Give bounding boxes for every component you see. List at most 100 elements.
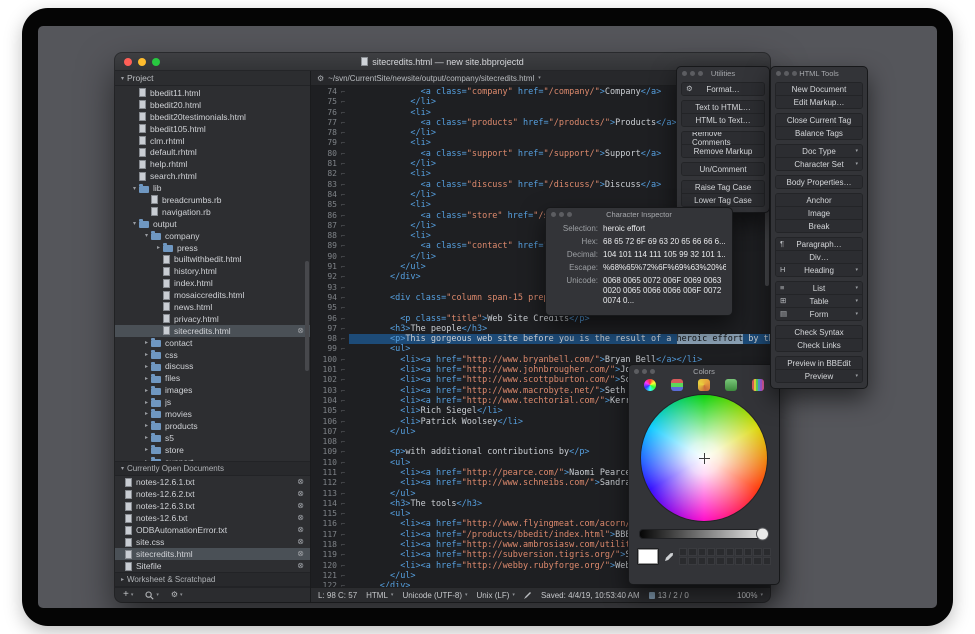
disclosure-collapsed-icon[interactable]: ▸ xyxy=(154,244,163,251)
close-icon[interactable]: ⊗ xyxy=(297,550,304,558)
open-document-item[interactable]: sitecredits.html⊗ xyxy=(115,548,310,560)
disclosure-collapsed-icon[interactable]: ▸ xyxy=(142,446,151,453)
close-icon[interactable]: ⊗ xyxy=(297,478,304,486)
disclosure-expanded-icon[interactable]: ▾ xyxy=(130,220,139,227)
disclosure-collapsed-icon[interactable]: ▸ xyxy=(142,410,151,417)
palette-minimize-button[interactable] xyxy=(784,71,789,76)
palette-zoom-button[interactable] xyxy=(792,71,797,76)
tree-item[interactable]: ▸products xyxy=(115,420,310,432)
palette-button-un-comment[interactable]: Un/Comment xyxy=(682,163,764,175)
current-color-well[interactable] xyxy=(637,548,659,565)
line-ending-menu[interactable]: Unix (LF) ▾ xyxy=(477,591,515,600)
palette-minimize-button[interactable] xyxy=(690,71,695,76)
close-icon[interactable]: ⊗ xyxy=(297,514,304,522)
disclosure-collapsed-icon[interactable]: ▸ xyxy=(142,387,151,394)
tree-item[interactable]: sitecredits.html⊗ xyxy=(115,325,310,337)
palette-button-balance-tags[interactable]: Balance Tags xyxy=(776,127,862,139)
tree-item[interactable]: clm.rhtml xyxy=(115,135,310,147)
swatch-cell[interactable] xyxy=(753,548,761,556)
swatch-cell[interactable] xyxy=(744,548,752,556)
palette-button-image[interactable]: Image xyxy=(776,207,862,220)
swatch-cell[interactable] xyxy=(707,548,715,556)
palette-button-remove-markup[interactable]: Remove Markup xyxy=(682,145,764,157)
tree-item[interactable]: ▸files xyxy=(115,372,310,384)
close-icon[interactable]: ⊗ xyxy=(297,526,304,534)
palette-button-text-to-html[interactable]: Text to HTML… xyxy=(682,101,764,114)
swatch-cell[interactable] xyxy=(688,557,696,565)
slider-knob[interactable] xyxy=(756,528,769,541)
open-document-item[interactable]: ODBAutomationError.txt⊗ xyxy=(115,524,310,536)
palette-minimize-button[interactable] xyxy=(559,212,564,217)
document-path[interactable]: ~/svn/CurrentSite/newsite/output/company… xyxy=(328,74,534,83)
palette-button-character-set[interactable]: Character Set▾ xyxy=(776,158,862,170)
palette-titlebar[interactable]: Colors xyxy=(629,365,779,377)
open-document-item[interactable]: site.css⊗ xyxy=(115,536,310,548)
tree-item[interactable]: history.html xyxy=(115,265,310,277)
swatch-cell[interactable] xyxy=(716,548,724,556)
palette-button-body-properties[interactable]: Body Properties… xyxy=(776,176,862,188)
palette-button-check-links[interactable]: Check Links xyxy=(776,339,862,351)
tree-item[interactable]: ▸press xyxy=(115,242,310,254)
eyedropper-icon[interactable] xyxy=(664,552,674,562)
tree-item[interactable]: news.html xyxy=(115,301,310,313)
image-palettes-tab-icon[interactable] xyxy=(725,379,737,391)
sidebar-scrollbar[interactable] xyxy=(305,261,309,371)
palette-zoom-button[interactable] xyxy=(698,71,703,76)
palette-button-preview-in-bbedit[interactable]: Preview in BBEdit xyxy=(776,357,862,370)
color-palettes-tab-icon[interactable] xyxy=(698,379,710,391)
color-wheel[interactable] xyxy=(641,395,767,521)
swatch-cell[interactable] xyxy=(763,548,771,556)
minimize-button[interactable] xyxy=(138,58,146,66)
color-wheel-tab-icon[interactable] xyxy=(644,379,656,391)
palette-button-raise-tag-case[interactable]: Raise Tag Case xyxy=(682,181,764,194)
palette-close-button[interactable] xyxy=(551,212,556,217)
tree-item[interactable]: index.html xyxy=(115,277,310,289)
swatch-cell[interactable] xyxy=(679,557,687,565)
disclosure-collapsed-icon[interactable]: ▸ xyxy=(142,422,151,429)
encoding-menu[interactable]: Unicode (UTF-8) ▾ xyxy=(402,591,467,600)
disclosure-collapsed-icon[interactable]: ▸ xyxy=(142,375,151,382)
palette-button-paragraph[interactable]: ¶Paragraph… xyxy=(776,238,862,251)
open-document-item[interactable]: notes-12.6.2.txt⊗ xyxy=(115,488,310,500)
add-item-button[interactable]: + ▾ xyxy=(123,590,133,600)
swatch-cell[interactable] xyxy=(735,557,743,565)
tree-item[interactable]: default.rhtml xyxy=(115,146,310,158)
open-document-item[interactable]: notes-12.6.3.txt⊗ xyxy=(115,500,310,512)
swatch-cell[interactable] xyxy=(716,557,724,565)
tree-item[interactable]: bbedit11.html xyxy=(115,87,310,99)
palette-button-format[interactable]: ⚙Format… xyxy=(682,83,764,95)
zoom-menu[interactable]: 100% ▾ xyxy=(737,591,763,600)
crayons-tab-icon[interactable] xyxy=(752,379,764,391)
swatch-cell[interactable] xyxy=(763,557,771,565)
palette-button-heading[interactable]: HHeading▾ xyxy=(776,264,862,276)
palette-button-new-document[interactable]: New Document xyxy=(776,83,862,96)
tree-item[interactable]: bbedit20.html xyxy=(115,99,310,111)
project-section-header[interactable]: ▾ Project xyxy=(115,71,310,86)
tree-item[interactable]: navigation.rb xyxy=(115,206,310,218)
swatch-cell[interactable] xyxy=(707,557,715,565)
swatch-cell[interactable] xyxy=(753,557,761,565)
palette-close-button[interactable] xyxy=(634,369,639,374)
palette-button-edit-markup[interactable]: Edit Markup… xyxy=(776,96,862,108)
zoom-window-button[interactable] xyxy=(152,58,160,66)
swatch-cell[interactable] xyxy=(679,548,687,556)
swatch-cell[interactable] xyxy=(726,557,734,565)
tree-item[interactable]: ▸s5 xyxy=(115,432,310,444)
tree-item[interactable]: privacy.html xyxy=(115,313,310,325)
worksheet-section-header[interactable]: ▸ Worksheet & Scratchpad xyxy=(115,572,310,587)
tree-item[interactable]: ▸js xyxy=(115,396,310,408)
palette-button-close-current-tag[interactable]: Close Current Tag xyxy=(776,114,862,127)
disclosure-collapsed-icon[interactable]: ▸ xyxy=(142,339,151,346)
search-button[interactable]: ▾ xyxy=(145,591,159,600)
disclosure-collapsed-icon[interactable]: ▸ xyxy=(142,363,151,370)
tree-item[interactable]: ▸contact xyxy=(115,337,310,349)
close-icon[interactable]: ⊗ xyxy=(297,502,304,510)
brightness-slider[interactable] xyxy=(639,529,769,539)
tree-item[interactable]: bbedit20testimonials.html xyxy=(115,111,310,123)
palette-titlebar[interactable]: Character Inspector xyxy=(546,208,732,220)
swatch-cell[interactable] xyxy=(735,548,743,556)
palette-button-lower-tag-case[interactable]: Lower Tag Case xyxy=(682,194,764,206)
close-icon[interactable]: ⊗ xyxy=(297,562,304,570)
swatch-cell[interactable] xyxy=(698,557,706,565)
close-icon[interactable]: ⊗ xyxy=(297,490,304,498)
